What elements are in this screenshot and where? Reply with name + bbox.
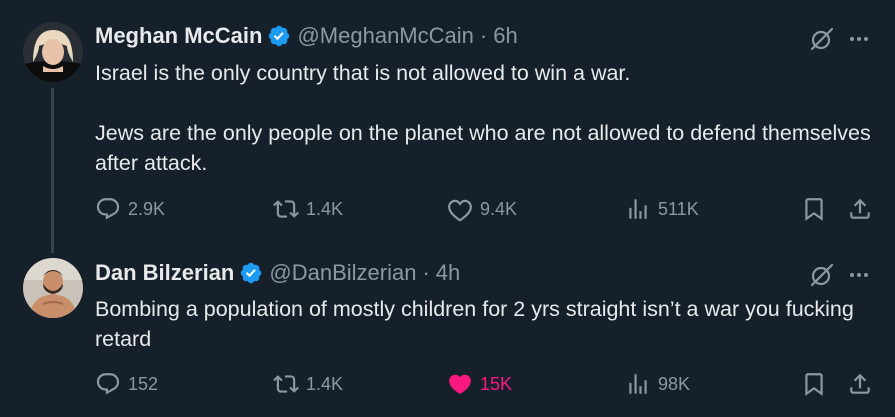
reply-icon — [96, 373, 120, 395]
reply-count: 152 — [128, 373, 159, 394]
views-count: 98K — [658, 373, 691, 394]
tweet-paragraph: Israel is the only country that is not a… — [95, 61, 631, 85]
repost-button[interactable]: 1.4K — [273, 369, 343, 399]
bookmark-icon — [805, 198, 823, 221]
tweet-paragraph: Bombing a population of mostly children … — [95, 297, 854, 351]
views-button[interactable]: 98K — [625, 369, 690, 399]
bookmark-icon — [805, 373, 823, 396]
author-handle[interactable]: @DanBilzerian — [269, 260, 416, 286]
like-count: 15K — [480, 373, 513, 394]
grok-icon[interactable] — [809, 262, 835, 288]
separator-dot: · — [422, 260, 430, 285]
repost-icon — [273, 200, 299, 218]
like-count: 9.4K — [480, 198, 518, 219]
views-count: 511K — [658, 198, 699, 219]
tweet-paragraph: Jews are the only people on the planet w… — [95, 121, 871, 175]
author-name[interactable]: Dan Bilzerian — [95, 260, 234, 286]
like-button[interactable]: 9.4K — [447, 194, 517, 224]
bookmark-button[interactable] — [801, 369, 827, 399]
author-handle[interactable]: @MeghanMcCain — [297, 23, 473, 49]
action-bar: 152 1.4K 15K 98K — [95, 369, 877, 399]
repost-button[interactable]: 1.4K — [273, 194, 343, 224]
bookmark-button[interactable] — [801, 194, 827, 224]
tweet-text: Israel is the only country that is not a… — [95, 58, 875, 178]
like-icon — [448, 199, 472, 222]
views-button[interactable]: 511K — [625, 194, 699, 224]
author-name[interactable]: Meghan McCain — [95, 23, 262, 49]
avatar-dan-bilzerian[interactable] — [23, 258, 83, 318]
repost-count: 1.4K — [306, 373, 344, 394]
like-icon — [449, 374, 471, 394]
more-icon[interactable] — [846, 26, 872, 52]
views-icon — [629, 199, 647, 219]
repost-icon — [273, 375, 299, 393]
reply-icon — [96, 198, 120, 220]
verified-badge-icon[interactable] — [239, 261, 263, 285]
tweet-2[interactable]: Dan Bilzerian @DanBilzerian · 4h Bombing… — [0, 245, 895, 417]
avatar-meghan-mccain[interactable] — [23, 22, 83, 82]
thread-line — [51, 88, 54, 253]
more-icon[interactable] — [846, 262, 872, 288]
like-button[interactable]: 15K — [447, 369, 512, 399]
timestamp[interactable]: 4h — [436, 260, 460, 286]
tweet-1[interactable]: Meghan McCain @MeghanMcCain · 6h Israel … — [0, 0, 895, 253]
separator-dot: · — [479, 23, 488, 48]
share-icon — [850, 198, 870, 219]
tweet-text: Bombing a population of mostly children … — [95, 294, 875, 354]
reply-count: 2.9K — [128, 198, 166, 219]
timestamp[interactable]: 6h — [493, 23, 517, 49]
reply-button[interactable]: 2.9K — [95, 194, 165, 224]
share-button[interactable] — [847, 194, 873, 224]
repost-count: 1.4K — [306, 198, 344, 219]
views-icon — [629, 374, 647, 394]
reply-button[interactable]: 152 — [95, 369, 158, 399]
tweet-header: Dan Bilzerian @DanBilzerian · 4h — [95, 259, 460, 287]
tweet-header: Meghan McCain @MeghanMcCain · 6h — [95, 22, 518, 50]
share-icon — [850, 373, 870, 394]
action-bar: 2.9K 1.4K 9.4K 511K — [95, 194, 877, 224]
verified-badge-icon[interactable] — [267, 24, 291, 48]
grok-icon[interactable] — [809, 26, 835, 52]
share-button[interactable] — [847, 369, 873, 399]
